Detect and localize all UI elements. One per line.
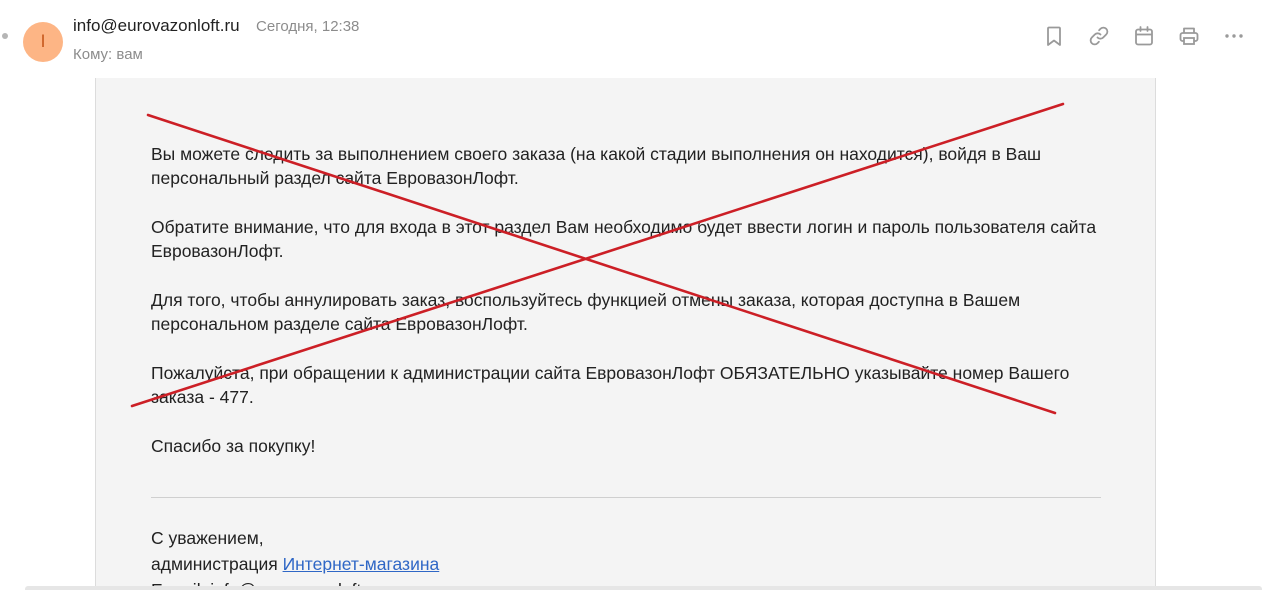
avatar-letter: I bbox=[40, 32, 46, 52]
order-number-paragraph: Пожалуйста, при обращении к администраци… bbox=[151, 363, 1070, 407]
signature: С уважением, администрация Интернет-мага… bbox=[151, 525, 439, 590]
email-view: I info@eurovazonloft.ru Сегодня, 12:38 К… bbox=[0, 0, 1262, 590]
bottom-panel-edge bbox=[25, 586, 1262, 590]
unread-indicator[interactable] bbox=[2, 33, 8, 39]
login-notice-paragraph: Обратите внимание, что для входа в этот … bbox=[151, 217, 1097, 261]
signature-admin-prefix: администрация bbox=[151, 554, 283, 574]
print-icon bbox=[1179, 27, 1199, 45]
avatar[interactable]: I bbox=[23, 22, 63, 62]
signature-admin-line: администрация Интернет-магазина bbox=[151, 551, 439, 577]
message-content: Вы можете следить за выполнением своего … bbox=[151, 142, 1101, 483]
order-tracking-paragraph: Вы можете следить за выполнением своего … bbox=[151, 144, 1042, 188]
divider bbox=[151, 497, 1101, 498]
message-toolbar bbox=[1042, 24, 1246, 48]
message-date: Сегодня, 12:38 bbox=[256, 18, 360, 35]
recipient-line[interactable]: Кому: вам bbox=[73, 46, 143, 63]
thanks-paragraph: Спасибо за покупку! bbox=[151, 436, 316, 456]
bookmark-button[interactable] bbox=[1042, 24, 1066, 48]
calendar-icon bbox=[1135, 26, 1153, 46]
more-icon bbox=[1225, 34, 1243, 38]
add-to-calendar-button[interactable] bbox=[1132, 24, 1156, 48]
copy-link-button[interactable] bbox=[1087, 24, 1111, 48]
print-button[interactable] bbox=[1177, 24, 1201, 48]
link-icon bbox=[1089, 26, 1109, 46]
shop-link[interactable]: Интернет-магазина bbox=[283, 554, 440, 574]
cancel-order-paragraph: Для того, чтобы аннулировать заказ, восп… bbox=[151, 290, 1021, 334]
more-button[interactable] bbox=[1222, 24, 1246, 48]
message-body: Вы можете следить за выполнением своего … bbox=[95, 78, 1156, 590]
sender-line: info@eurovazonloft.ru Сегодня, 12:38 bbox=[73, 16, 359, 36]
signature-regards: С уважением, bbox=[151, 528, 264, 548]
sender-address[interactable]: info@eurovazonloft.ru bbox=[73, 16, 240, 35]
bookmark-icon bbox=[1047, 26, 1061, 46]
